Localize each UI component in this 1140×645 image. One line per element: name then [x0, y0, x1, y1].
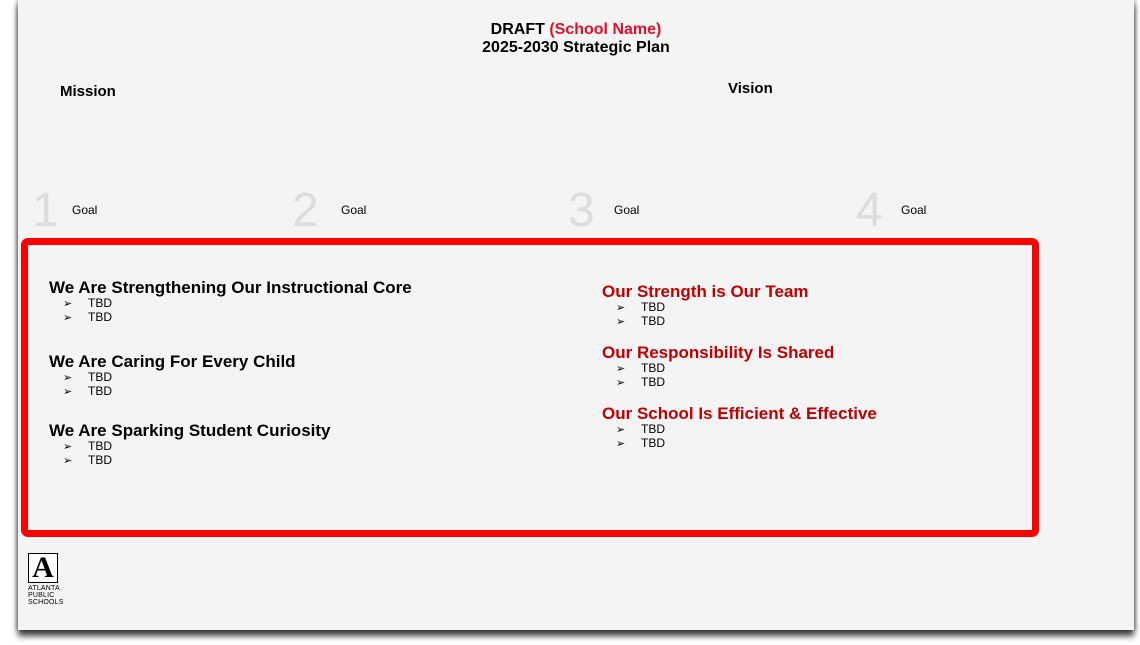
bullet-text: TBD — [641, 314, 665, 328]
pillar: We Are Caring For Every Child ➢ TBD ➢ TBD — [49, 352, 589, 399]
logo-text-line: SCHOOLS — [28, 599, 64, 606]
bullet-text: TBD — [88, 384, 112, 398]
goal-number: 2 — [292, 184, 319, 237]
bullet-list: ➢ TBD ➢ TBD — [49, 371, 589, 399]
bullet-text: TBD — [88, 453, 112, 467]
list-item: ➢ TBD — [63, 311, 589, 325]
logo-glyph: A — [32, 551, 54, 584]
draft-label: DRAFT — [490, 21, 545, 38]
pillar: We Are Strengthening Our Instructional C… — [49, 278, 589, 325]
bullet-arrow-icon: ➢ — [616, 316, 626, 328]
pillar-title: Our Strength is Our Team — [602, 282, 809, 301]
goal-label: Goal — [72, 203, 98, 217]
aps-logo-icon: A — [28, 551, 58, 584]
pillar: Our Responsibility Is Shared ➢ TBD ➢ TBD — [602, 343, 1022, 390]
pillar-title: We Are Strengthening Our Instructional C… — [49, 278, 412, 297]
list-item: ➢ TBD — [616, 301, 1022, 315]
page-title: DRAFT (School Name) 2025-2030 Strategic … — [18, 21, 1134, 57]
list-item: ➢ TBD — [63, 297, 589, 311]
goal-number: 3 — [568, 184, 595, 237]
list-item: ➢ TBD — [63, 385, 589, 399]
pillar-title: Our School Is Efficient & Effective — [602, 404, 877, 423]
bullet-text: TBD — [641, 300, 665, 314]
logo-text-line: ATLANTA — [28, 585, 60, 592]
atlanta-public-schools-logo: A ATLANTA PUBLIC SCHOOLS — [28, 551, 68, 606]
bullet-text: TBD — [641, 436, 665, 450]
goal-label: Goal — [614, 203, 640, 217]
bullet-arrow-icon: ➢ — [616, 438, 626, 450]
strategic-plan-slide: DRAFT (School Name) 2025-2030 Strategic … — [18, 0, 1134, 630]
pillar-title: We Are Sparking Student Curiosity — [49, 421, 331, 440]
pillars-left-column: We Are Strengthening Our Instructional C… — [49, 278, 589, 468]
list-item: ➢ TBD — [616, 376, 1022, 390]
bullet-list: ➢ TBD ➢ TBD — [49, 440, 589, 468]
bullet-text: TBD — [88, 439, 112, 453]
bullet-text: TBD — [641, 375, 665, 389]
bullet-text: TBD — [641, 422, 665, 436]
bullet-arrow-icon: ➢ — [616, 363, 626, 375]
bullet-text: TBD — [88, 296, 112, 310]
bullet-arrow-icon: ➢ — [616, 424, 626, 436]
goal-number: 4 — [856, 184, 883, 237]
bullet-text: TBD — [88, 310, 112, 324]
vision-heading: Vision — [728, 80, 773, 97]
bullet-text: TBD — [641, 361, 665, 375]
list-item: ➢ TBD — [616, 437, 1022, 451]
bullet-arrow-icon: ➢ — [63, 298, 73, 310]
list-item: ➢ TBD — [616, 315, 1022, 329]
bullet-list: ➢ TBD ➢ TBD — [602, 362, 1022, 390]
goal-label: Goal — [341, 203, 367, 217]
pillars-right-column: Our Strength is Our Team ➢ TBD ➢ TBD Our R… — [602, 282, 1022, 451]
school-name: (School Name) — [549, 21, 662, 38]
bullet-arrow-icon: ➢ — [63, 455, 73, 467]
bullet-arrow-icon: ➢ — [63, 372, 73, 384]
list-item: ➢ TBD — [63, 371, 589, 385]
bullet-arrow-icon: ➢ — [63, 386, 73, 398]
pillar-title: We Are Caring For Every Child — [49, 352, 296, 371]
list-item: ➢ TBD — [63, 454, 589, 468]
logo-text-line: PUBLIC — [28, 592, 55, 599]
pillar: Our School Is Efficient & Effective ➢ TBD… — [602, 404, 1022, 451]
pillar: We Are Sparking Student Curiosity ➢ TBD ➢… — [49, 421, 589, 468]
bullet-list: ➢ TBD ➢ TBD — [602, 423, 1022, 451]
mission-heading: Mission — [60, 83, 116, 100]
pillars-box: We Are Strengthening Our Instructional C… — [21, 238, 1039, 537]
goal-number: 1 — [32, 184, 59, 237]
list-item: ➢ TBD — [63, 440, 589, 454]
logo-text: ATLANTA PUBLIC SCHOOLS — [28, 585, 68, 606]
pillar-title: Our Responsibility Is Shared — [602, 343, 835, 362]
list-item: ➢ TBD — [616, 423, 1022, 437]
bullet-list: ➢ TBD ➢ TBD — [49, 297, 589, 325]
goal-label: Goal — [901, 203, 927, 217]
bullet-arrow-icon: ➢ — [616, 302, 626, 314]
pillar: Our Strength is Our Team ➢ TBD ➢ TBD — [602, 282, 1022, 329]
list-item: ➢ TBD — [616, 362, 1022, 376]
bullet-text: TBD — [88, 370, 112, 384]
plan-title: 2025-2030 Strategic Plan — [482, 39, 670, 56]
bullet-arrow-icon: ➢ — [63, 441, 73, 453]
bullet-list: ➢ TBD ➢ TBD — [602, 301, 1022, 329]
bullet-arrow-icon: ➢ — [63, 312, 73, 324]
bullet-arrow-icon: ➢ — [616, 377, 626, 389]
